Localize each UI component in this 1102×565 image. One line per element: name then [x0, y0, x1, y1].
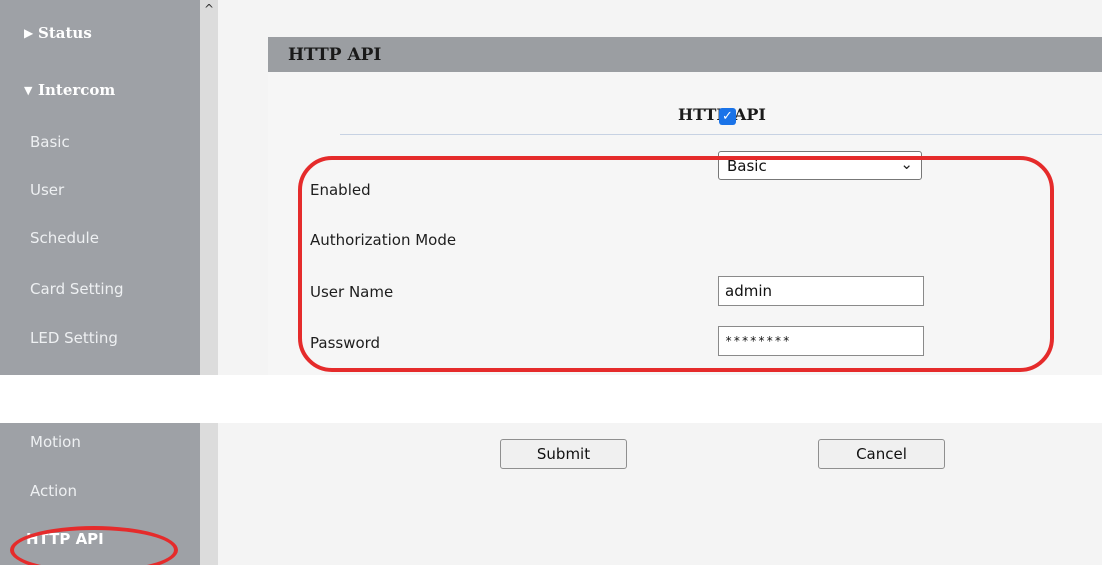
settings-panel: HTTP API	[268, 72, 1102, 375]
user-name-label: User Name	[310, 283, 394, 301]
authorization-mode-label: Authorization Mode	[310, 231, 457, 249]
password-label: Password	[310, 334, 381, 352]
sidebar-group-intercom[interactable]: ▼ Intercom	[24, 81, 224, 99]
sidebar-scrollbar[interactable]: ^	[200, 0, 218, 375]
password-input[interactable]	[718, 326, 924, 356]
checkmark-icon: ✓	[722, 109, 733, 124]
sidebar-scrollbar-lower[interactable]	[200, 423, 218, 565]
authorization-mode-select[interactable]: Basic ⌄	[718, 151, 922, 180]
sidebar-group-status[interactable]: ▶ Status	[24, 24, 224, 42]
bottom-section: Motion Action HTTP API Submit Cancel	[0, 423, 1102, 565]
page-title-bar: HTTP API	[268, 37, 1102, 72]
enabled-checkbox[interactable]: ✓	[719, 108, 736, 125]
section-divider	[340, 134, 1102, 135]
triangle-right-icon: ▶	[24, 26, 34, 40]
submit-button[interactable]: Submit	[500, 439, 627, 469]
cancel-button[interactable]: Cancel	[818, 439, 945, 469]
triangle-down-icon: ▼	[24, 84, 33, 97]
sidebar: ▶ Status ▼ Intercom Basic User Schedule Ca…	[0, 0, 200, 375]
page-title: HTTP API	[288, 45, 382, 65]
user-name-input[interactable]	[718, 276, 924, 306]
main-content-lower: Submit Cancel	[218, 423, 1102, 565]
sidebar-item-http-api[interactable]: HTTP API	[26, 530, 104, 548]
sidebar-lower: Motion Action HTTP API	[0, 423, 200, 565]
sidebar-group-label: Intercom	[38, 81, 116, 99]
top-section: ▶ Status ▼ Intercom Basic User Schedule Ca…	[0, 0, 1102, 375]
main-content: HTTP API HTTP API Enabled ✓ Authorizatio…	[218, 0, 1102, 375]
scroll-up-icon[interactable]: ^	[200, 2, 218, 16]
sidebar-group-label: Status	[38, 24, 92, 42]
enabled-label: Enabled	[310, 181, 371, 199]
authorization-mode-value: Basic	[727, 157, 767, 175]
chevron-down-icon: ⌄	[900, 155, 913, 173]
